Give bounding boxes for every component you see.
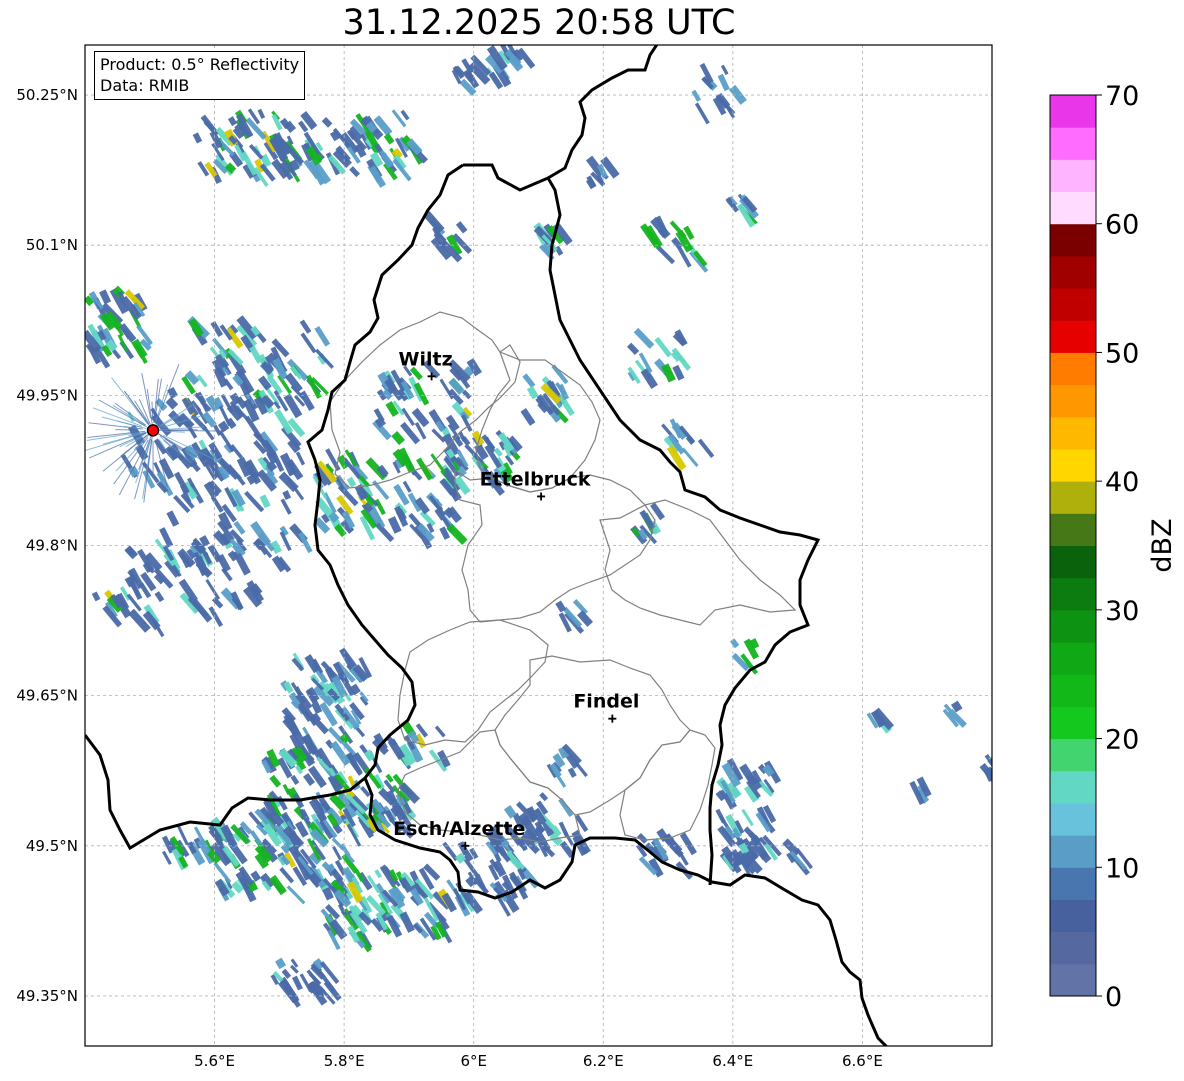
colorbar-segment-10	[1050, 642, 1096, 675]
lat-tick-label-2: 49.95°N	[16, 386, 78, 404]
radar-map[interactable]: Wiltz Ettelbruck Findel Esch/Alzette 5.6°E 5…	[0, 0, 1184, 1081]
colorbar-segment-3	[1050, 867, 1096, 900]
colorbar-segment-6	[1050, 770, 1096, 804]
colorbar-segment-24	[1050, 191, 1096, 225]
colorbar-segment-21	[1050, 288, 1096, 321]
lon-tick-label-5: 6.6°E	[842, 1052, 883, 1070]
lat-tick-label-1: 50.1°N	[26, 236, 78, 254]
radar-site-marker[interactable]	[146, 424, 160, 437]
colorbar-segment-25	[1050, 159, 1096, 193]
colorbar-segment-18	[1050, 384, 1096, 418]
colorbar-tick-label-5: 50	[1105, 338, 1139, 369]
lat-tick-label-6: 49.35°N	[16, 987, 78, 1005]
lat-tick-label-3: 49.8°N	[26, 537, 78, 555]
colorbar-tick-label-6: 60	[1105, 210, 1139, 241]
radar-echo-layer	[85, 45, 992, 1008]
colorbar-tick-label-7: 70	[1105, 81, 1139, 112]
colorbar-segment-19	[1050, 352, 1096, 386]
data-source-line: Data: RMIB	[100, 76, 190, 95]
colorbar-segment-1	[1050, 931, 1096, 965]
colorbar-segment-14	[1050, 513, 1096, 546]
colorbar-segment-13	[1050, 545, 1096, 579]
colorbar-tick-label-1: 10	[1105, 853, 1139, 884]
city-label: Ettelbruck	[480, 468, 591, 490]
lat-tick-label-5: 49.5°N	[26, 837, 78, 855]
colorbar-tick-label-4: 40	[1105, 467, 1139, 498]
city-label: Findel	[573, 691, 639, 713]
city-2[interactable]: Findel	[573, 691, 639, 723]
lon-tick-label-0: 5.6°E	[194, 1052, 235, 1070]
lat-tick-label-0: 50.25°N	[16, 86, 78, 104]
graticule-grid	[85, 45, 992, 1046]
colorbar-tick-label-0: 0	[1105, 982, 1122, 1013]
lat-tick-label-4: 49.65°N	[16, 687, 78, 705]
colorbar-label: dBZ	[1147, 518, 1178, 572]
colorbar-segment-16	[1050, 448, 1096, 482]
colorbar-tick-label-3: 30	[1105, 596, 1139, 627]
colorbar-segment-4	[1050, 835, 1096, 868]
colorbar-tick-label-2: 20	[1105, 725, 1139, 756]
city-marker-icon	[608, 714, 617, 723]
colorbar-segment-15	[1050, 481, 1096, 514]
colorbar-segment-20	[1050, 320, 1096, 353]
colorbar-segment-23	[1050, 223, 1096, 257]
city-1[interactable]: Ettelbruck	[480, 468, 591, 501]
lon-tick-label-3: 6.2°E	[583, 1052, 624, 1070]
colorbar-segment-8	[1050, 706, 1096, 740]
colorbar-segment-17	[1050, 416, 1096, 450]
colorbar-segment-26	[1050, 127, 1096, 160]
lon-tick-label-2: 6°E	[460, 1052, 487, 1070]
lon-tick-label-4: 6.4°E	[712, 1052, 753, 1070]
colorbar-segment-27	[1050, 95, 1096, 128]
radar-site-dot[interactable]	[146, 424, 160, 437]
city-label: Wiltz	[399, 348, 453, 370]
colorbar-segment-5	[1050, 802, 1096, 836]
colorbar-segment-11	[1050, 609, 1096, 643]
city-marker-icon	[537, 492, 546, 501]
colorbar-segment-22	[1050, 255, 1096, 289]
product-line: Product: 0.5° Reflectivity	[100, 55, 300, 74]
colorbar-segment-9	[1050, 674, 1096, 707]
colorbar-segment-12	[1050, 577, 1096, 611]
product-info-box: Product: 0.5° Reflectivity Data: RMIB	[94, 51, 306, 100]
city-0[interactable]: Wiltz	[399, 348, 453, 381]
colorbar-segment-2	[1050, 899, 1096, 933]
colorbar-segment-0	[1050, 963, 1096, 997]
city-labels: Wiltz Ettelbruck Findel Esch/Alzette	[393, 348, 639, 850]
city-label: Esch/Alzette	[393, 818, 525, 840]
lon-tick-label-1: 5.8°E	[324, 1052, 365, 1070]
colorbar: 0 10 20 30 40 50 60 70 dBZ	[1049, 81, 1178, 1013]
colorbar-segment-7	[1050, 738, 1096, 772]
